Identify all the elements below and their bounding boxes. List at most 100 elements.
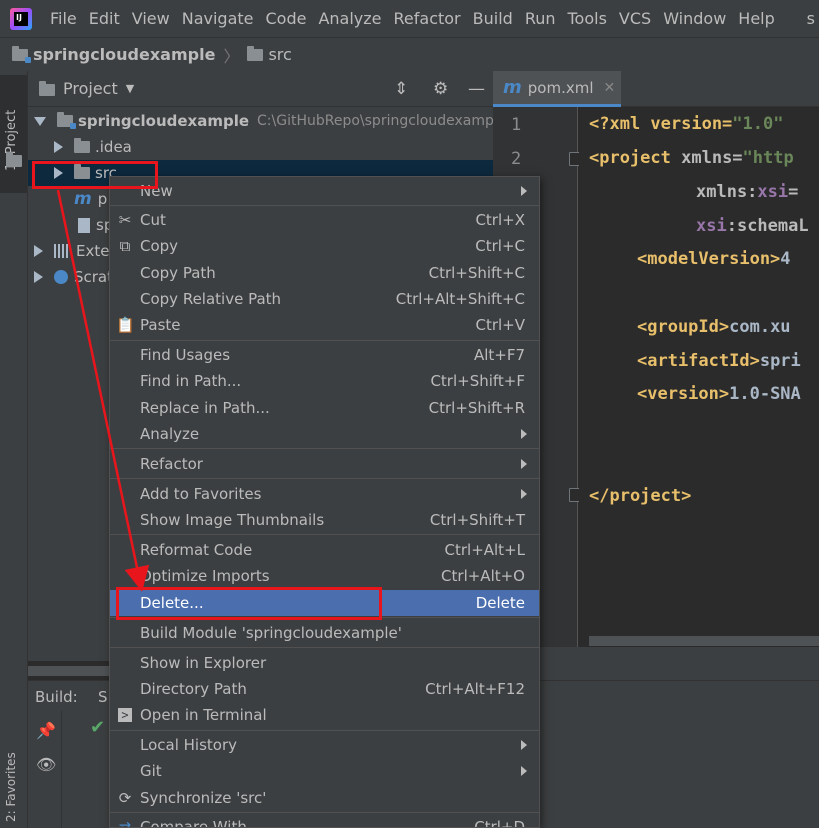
menu-run[interactable]: Run: [521, 9, 564, 28]
close-icon[interactable]: ✕: [604, 80, 616, 96]
menu-item-label: Paste: [140, 316, 181, 334]
code-line-5: <modelVersion>4: [637, 249, 791, 269]
code-token: 1.0-SNA: [729, 384, 801, 404]
menu-item-label: Find Usages: [140, 346, 231, 364]
breadcrumb-project[interactable]: springcloudexample: [33, 45, 215, 64]
menu-item-copy[interactable]: ⧉ Copy Ctrl+C: [110, 233, 539, 259]
clipboard-icon: 📋: [116, 316, 135, 334]
menu-edit[interactable]: Edit: [85, 9, 128, 28]
terminal-icon: >: [118, 708, 132, 722]
menu-item-synchronize[interactable]: ⟳ Synchronize 'src': [110, 785, 539, 811]
menu-shortcut: Ctrl+Alt+F12: [425, 680, 525, 698]
menu-separator: [110, 478, 539, 479]
folder-icon: [74, 138, 90, 153]
gear-icon[interactable]: ⚙: [433, 79, 448, 99]
menu-item-label: Synchronize 'src': [140, 789, 267, 807]
code-token: <groupId>: [637, 317, 730, 337]
menu-item-show-in-explorer[interactable]: Show in Explorer: [110, 650, 539, 676]
context-menu: New ✂ Cut Ctrl+X ⧉ Copy Ctrl+C Copy Path…: [109, 176, 540, 828]
menu-item-git[interactable]: Git: [110, 758, 539, 784]
menu-shortcut: Ctrl+Alt+L: [444, 541, 526, 559]
project-panel-title[interactable]: Project: [63, 79, 118, 98]
minimize-icon[interactable]: —: [468, 79, 485, 99]
menu-separator: [110, 534, 539, 535]
menu-view[interactable]: View: [128, 9, 178, 28]
menu-item-find-usages[interactable]: Find Usages Alt+F7: [110, 342, 539, 368]
tree-row-root[interactable]: springcloudexample C:\GitHubRepo\springc…: [34, 108, 506, 134]
code-token: "1.0": [732, 114, 784, 134]
collapsed-arrow-icon[interactable]: [54, 141, 63, 153]
collapse-all-icon[interactable]: ⇕: [394, 79, 408, 99]
chevron-down-icon[interactable]: ▼: [126, 82, 134, 95]
tree-pom-label: p: [97, 190, 108, 208]
code-token: spri: [759, 351, 801, 371]
menu-shortcut: Ctrl+X: [475, 211, 525, 229]
menu-build[interactable]: Build: [469, 9, 521, 28]
code-token: <project: [589, 148, 682, 168]
pin-icon[interactable]: 📌: [36, 721, 56, 740]
menu-item-label: Show Image Thumbnails: [140, 511, 325, 529]
breadcrumb: springcloudexample 〉 src: [0, 37, 819, 71]
menu-window[interactable]: Window: [659, 9, 734, 28]
compare-icon: ⇄: [118, 818, 132, 828]
maven-icon: m: [503, 77, 522, 98]
menu-item-paste[interactable]: 📋 Paste Ctrl+V: [110, 312, 539, 338]
menu-item-label: Open in Terminal: [140, 706, 267, 724]
maven-icon: m: [74, 189, 92, 209]
tree-row-idea[interactable]: .idea: [54, 134, 132, 160]
build-tab[interactable]: S: [98, 688, 108, 706]
menu-shortcut: Ctrl+Alt+O: [441, 567, 525, 585]
sync-icon: ⟳: [118, 789, 132, 807]
menu-item-label: Find in Path...: [140, 372, 242, 390]
favorites-tab-label[interactable]: 2: Favorites: [4, 752, 18, 822]
tree-row-pom[interactable]: m p: [74, 186, 107, 212]
collapsed-arrow-icon[interactable]: [34, 245, 43, 257]
menu-tools[interactable]: Tools: [564, 9, 615, 28]
menu-item-copy-path[interactable]: Copy Path Ctrl+Shift+C: [110, 260, 539, 286]
menu-item-find-in-path[interactable]: Find in Path... Ctrl+Shift+F: [110, 368, 539, 394]
submenu-arrow-icon: [521, 429, 527, 439]
menu-item-local-history[interactable]: Local History: [110, 732, 539, 758]
tab-pom-label: pom.xml: [527, 78, 594, 97]
submenu-arrow-icon: [521, 459, 527, 469]
editor-horizontal-scrollbar[interactable]: [589, 636, 819, 646]
menu-item-replace-in-path[interactable]: Replace in Path... Ctrl+Shift+R: [110, 395, 539, 421]
menu-item-add-to-favorites[interactable]: Add to Favorites: [110, 481, 539, 507]
menu-item-show-image-thumbnails[interactable]: Show Image Thumbnails Ctrl+Shift+T: [110, 507, 539, 533]
line-number: 2: [511, 149, 522, 169]
project-header-icon: [39, 81, 55, 96]
code-line-2: <project xmlns="http: [589, 148, 794, 168]
menu-item-cut[interactable]: ✂ Cut Ctrl+X: [110, 207, 539, 233]
menu-item-copy-relative-path[interactable]: Copy Relative Path Ctrl+Alt+Shift+C: [110, 286, 539, 312]
menu-item-build-module[interactable]: Build Module 'springcloudexample': [110, 620, 539, 646]
menu-refactor[interactable]: Refactor: [390, 9, 469, 28]
menu-shortcut: Ctrl+Shift+R: [428, 399, 525, 417]
breadcrumb-folder[interactable]: src: [268, 45, 291, 64]
menu-item-label: Git: [140, 762, 162, 780]
tree-row-external-libraries[interactable]: Exter: [34, 238, 116, 264]
tree-idea-label: .idea: [95, 138, 132, 156]
menu-code[interactable]: Code: [262, 9, 315, 28]
code-editor[interactable]: <?xml version="1.0" <project xmlns="http…: [579, 107, 819, 647]
menu-item-reformat-code[interactable]: Reformat Code Ctrl+Alt+L: [110, 537, 539, 563]
menu-item-refactor[interactable]: Refactor: [110, 451, 539, 477]
menu-help[interactable]: Help: [734, 9, 782, 28]
menu-item-open-in-terminal[interactable]: > Open in Terminal: [110, 702, 539, 728]
menu-item-new[interactable]: New: [110, 178, 539, 204]
menu-vcs[interactable]: VCS: [615, 9, 659, 28]
collapsed-arrow-icon[interactable]: [34, 271, 43, 283]
project-tool-tab[interactable]: 1: Project: [0, 75, 27, 193]
tab-pom-xml[interactable]: m pom.xml ✕: [493, 71, 621, 107]
menu-item-analyze[interactable]: Analyze: [110, 421, 539, 447]
eye-icon[interactable]: 👁: [36, 755, 56, 774]
expanded-arrow-icon[interactable]: [34, 116, 46, 126]
menu-item-directory-path[interactable]: Directory Path Ctrl+Alt+F12: [110, 676, 539, 702]
tree-row-scratches[interactable]: Scrat: [34, 264, 113, 290]
menu-shortcut: Ctrl+C: [475, 237, 525, 255]
menu-analyze[interactable]: Analyze: [314, 9, 389, 28]
menu-navigate[interactable]: Navigate: [178, 9, 262, 28]
menu-item-compare-with[interactable]: ⇄ Compare With... Ctrl+D: [110, 814, 539, 828]
menu-file[interactable]: File: [46, 9, 85, 28]
menu-item-optimize-imports[interactable]: Optimize Imports Ctrl+Alt+O: [110, 563, 539, 589]
submenu-arrow-icon: [521, 489, 527, 499]
